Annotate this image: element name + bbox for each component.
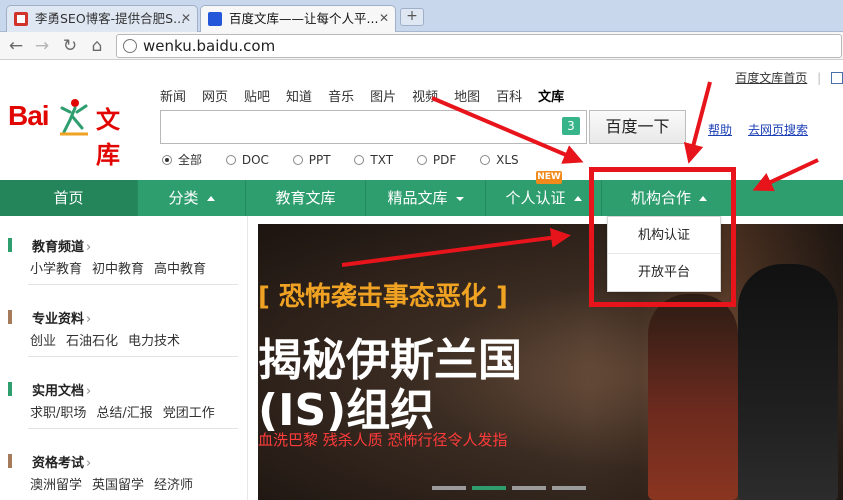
arrow-icon xyxy=(683,81,712,164)
arrow-icon xyxy=(752,158,819,192)
arrow-icon xyxy=(341,227,571,267)
annotation-arrows xyxy=(341,81,819,267)
arrow-icon xyxy=(431,96,584,164)
